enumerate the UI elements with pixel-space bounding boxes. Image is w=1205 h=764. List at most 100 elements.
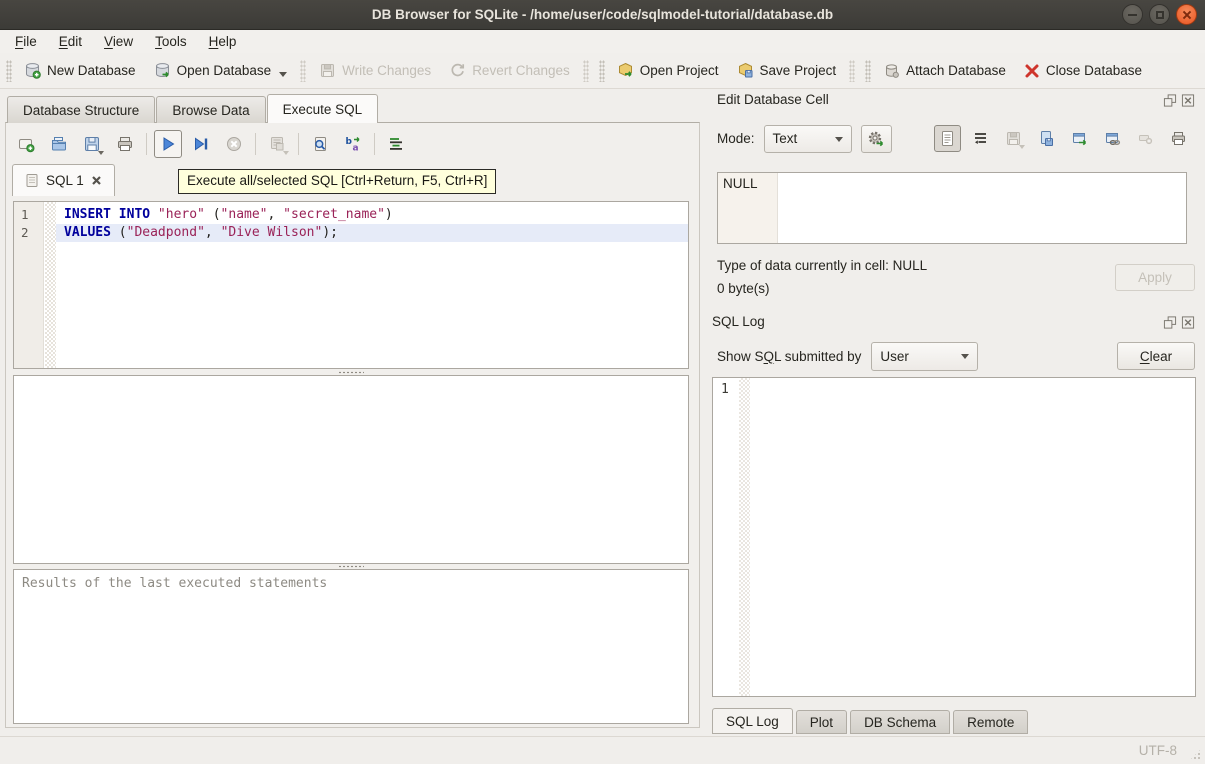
save-project-button[interactable]: Save Project <box>728 57 846 84</box>
sql-line-2: VALUES ("Deadpond", "Dive Wilson"); <box>56 224 688 242</box>
execute-line-button[interactable] <box>187 130 215 158</box>
menu-file[interactable]: File <box>4 32 48 51</box>
tab-database-structure[interactable]: Database Structure <box>7 96 155 123</box>
set-null-button <box>1132 125 1159 152</box>
open-database-dropdown[interactable] <box>279 72 287 77</box>
save-results-caret <box>283 151 289 155</box>
cell-editor-box[interactable]: NULL <box>717 172 1187 244</box>
auto-apply-button[interactable] <box>861 125 892 153</box>
open-project-button[interactable]: Open Project <box>608 57 728 84</box>
edit-cell-title: Edit Database Cell <box>712 92 829 107</box>
menu-help[interactable]: Help <box>198 32 248 51</box>
attach-database-button[interactable]: Attach Database <box>874 57 1015 84</box>
open-in-external-button[interactable] <box>1066 125 1093 152</box>
close-tab-icon[interactable] <box>91 175 102 186</box>
results-placeholder-text: Results of the last executed statements <box>14 570 688 597</box>
sql-log-view[interactable]: 1 <box>712 377 1196 697</box>
chevron-down-icon <box>961 354 969 359</box>
sql-editor[interactable]: 1 2 INSERT INTO "hero" ("name", "secret_… <box>13 201 689 369</box>
cell-size-info: 0 byte(s) <box>717 281 770 296</box>
line-number: 2 <box>14 224 43 242</box>
close-dock-icon[interactable] <box>1181 315 1195 330</box>
submitted-by-select[interactable]: User <box>871 342 978 371</box>
menu-view[interactable]: View <box>93 32 144 51</box>
resize-grip[interactable] <box>1189 748 1202 761</box>
save-dropdown-caret <box>98 151 104 155</box>
printer-icon <box>116 135 134 153</box>
minimize-button[interactable] <box>1122 4 1143 25</box>
toolbar-separator <box>298 133 299 155</box>
project-open-icon <box>617 62 634 79</box>
app-window: DB Browser for SQLite - /home/user/code/… <box>0 0 1205 764</box>
menu-edit[interactable]: Edit <box>48 32 93 51</box>
toolbar-grip <box>865 60 871 82</box>
new-database-button[interactable]: New Database <box>15 57 145 84</box>
main-view-tabs: Database Structure Browse Data Execute S… <box>7 94 379 123</box>
title-bar[interactable]: DB Browser for SQLite - /home/user/code/… <box>0 0 1205 30</box>
filter-label: Show SQL submitted by <box>717 349 861 364</box>
mode-select[interactable]: Text <box>764 125 852 153</box>
apply-button: Apply <box>1115 264 1195 291</box>
menu-tools[interactable]: Tools <box>144 32 198 51</box>
log-fold-margin <box>739 378 750 696</box>
sql-tab-1[interactable]: SQL 1 <box>12 164 115 196</box>
external-window-icon <box>1071 130 1088 147</box>
null-toggle-icon <box>1137 130 1154 147</box>
cell-value-strip: NULL <box>718 173 778 243</box>
play-icon <box>159 135 177 153</box>
sql-toolbar: ba <box>12 128 415 160</box>
print-sql-button[interactable] <box>111 130 139 158</box>
project-save-icon <box>737 62 754 79</box>
menu-bar: File Edit View Tools Help <box>0 30 1205 53</box>
status-bar: UTF-8 <box>0 736 1205 764</box>
sql-line-1: INSERT INTO "hero" ("name", "secret_name… <box>56 206 688 224</box>
tab-browse-data[interactable]: Browse Data <box>156 96 265 123</box>
find-icon <box>311 135 329 153</box>
find-button[interactable] <box>306 130 334 158</box>
dock-tab-db-schema[interactable]: DB Schema <box>850 710 950 734</box>
new-tab-icon <box>17 135 35 153</box>
export-cell-data-button[interactable] <box>1033 125 1060 152</box>
toolbar-grip <box>6 60 12 82</box>
print-cell-button[interactable] <box>1165 125 1192 152</box>
text-mode-button[interactable] <box>934 125 961 152</box>
results-grid-pane[interactable] <box>13 375 689 564</box>
toolbar-separator <box>583 60 589 82</box>
toolbar-separator <box>849 60 855 82</box>
close-dock-icon[interactable] <box>1181 93 1195 108</box>
clear-log-button[interactable]: Clear <box>1117 342 1195 370</box>
execution-log-pane[interactable]: Results of the last executed statements <box>13 569 689 724</box>
tab-execute-sql[interactable]: Execute SQL <box>267 94 379 123</box>
stop-icon <box>225 135 243 153</box>
open-file-icon <box>50 135 68 153</box>
link-window-icon <box>1104 130 1121 147</box>
save-sql-file-button[interactable] <box>78 130 106 158</box>
copy-link-button[interactable] <box>1099 125 1126 152</box>
float-dock-icon[interactable] <box>1163 93 1177 108</box>
dock-tab-sql-log[interactable]: SQL Log <box>712 708 793 734</box>
write-changes-button: Write Changes <box>310 57 440 84</box>
word-wrap-button[interactable] <box>967 125 994 152</box>
format-sql-button[interactable] <box>382 130 410 158</box>
dock-tab-plot[interactable]: Plot <box>796 710 847 734</box>
sql-log-title: SQL Log <box>712 314 765 329</box>
dock-tab-remote[interactable]: Remote <box>953 710 1028 734</box>
execute-sql-button[interactable] <box>154 130 182 158</box>
database-open-icon <box>154 62 171 79</box>
document-icon <box>939 130 956 147</box>
mode-label: Mode: <box>717 131 755 146</box>
open-database-button[interactable]: Open Database <box>145 57 297 84</box>
encoding-indicator[interactable]: UTF-8 <box>1139 743 1177 758</box>
float-dock-icon[interactable] <box>1163 315 1177 330</box>
close-button[interactable] <box>1176 4 1197 25</box>
word-wrap-icon <box>972 130 989 147</box>
tooltip: Execute all/selected SQL [Ctrl+Return, F… <box>178 169 496 194</box>
sql-tab-bar: SQL 1 <box>12 164 115 196</box>
chevron-down-icon <box>835 137 843 142</box>
find-replace-button[interactable]: ba <box>339 130 367 158</box>
close-database-button[interactable]: Close Database <box>1015 58 1151 84</box>
import-cell-data-button <box>1000 125 1027 152</box>
new-sql-tab-button[interactable] <box>12 130 40 158</box>
open-sql-file-button[interactable] <box>45 130 73 158</box>
maximize-button[interactable] <box>1149 4 1170 25</box>
